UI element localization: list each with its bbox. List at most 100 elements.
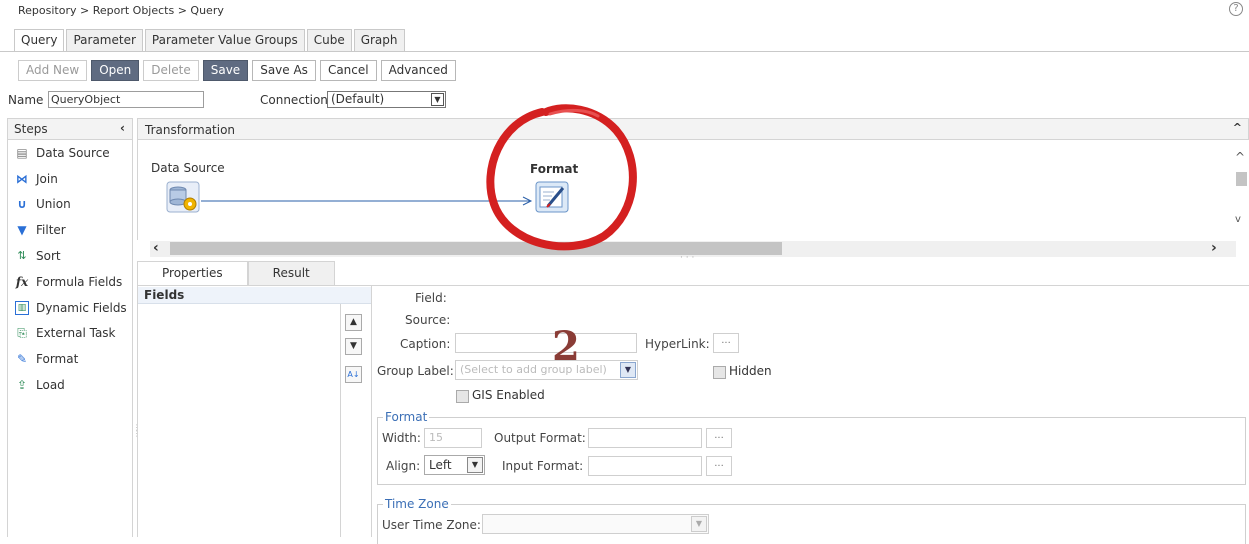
help-icon[interactable]: ? bbox=[1229, 2, 1243, 16]
align-value: Left bbox=[429, 458, 452, 472]
step-label: Join bbox=[36, 171, 58, 186]
step-external-task[interactable]: ⎘ External Task bbox=[8, 321, 132, 347]
collapse-icon[interactable]: ‹ bbox=[120, 121, 125, 135]
chevron-up-icon[interactable]: ^ bbox=[1233, 121, 1242, 134]
database-icon: ▤ bbox=[16, 145, 28, 160]
save-as-button[interactable]: Save As bbox=[252, 60, 316, 81]
step-label: Formula Fields bbox=[36, 274, 123, 289]
caption-input[interactable] bbox=[455, 333, 637, 353]
sort-az-icon[interactable]: A↓ bbox=[345, 366, 362, 383]
save-button[interactable]: Save bbox=[202, 60, 249, 81]
step-label: Union bbox=[36, 197, 71, 212]
format-legend: Format bbox=[383, 410, 430, 424]
group-label-placeholder: (Select to add group label) bbox=[460, 363, 607, 376]
gis-enabled-checkbox[interactable] bbox=[456, 390, 469, 403]
resize-grip[interactable]: · · · bbox=[680, 253, 694, 263]
node-data-source-label: Data Source bbox=[151, 161, 225, 175]
toolbar: Add New Open Delete Save Save As Cancel … bbox=[18, 60, 460, 81]
group-label-select[interactable]: (Select to add group label) ▼ bbox=[455, 360, 638, 380]
chevron-down-icon: ▼ bbox=[431, 93, 444, 106]
output-format-label: Output Format: bbox=[494, 431, 586, 445]
tab-divider bbox=[0, 51, 1249, 52]
tab-cube[interactable]: Cube bbox=[306, 29, 352, 51]
data-source-node-icon[interactable] bbox=[165, 180, 201, 214]
step-dynamic-fields[interactable]: ▥ Dynamic Fields bbox=[8, 295, 132, 321]
step-join[interactable]: ⋈ Join bbox=[8, 166, 132, 192]
step-label: Sort bbox=[36, 249, 61, 264]
chevron-down-icon: ▼ bbox=[691, 516, 707, 532]
canvas-vertical-scrollbar[interactable]: ^ v bbox=[1234, 140, 1249, 240]
connection-select[interactable]: (Default) ▼ bbox=[327, 91, 446, 108]
input-format-browse-button[interactable]: ... bbox=[706, 456, 732, 476]
step-formula-fields[interactable]: fx Formula Fields bbox=[8, 269, 132, 295]
tab-properties[interactable]: Properties bbox=[137, 261, 248, 286]
step-format[interactable]: ✎ Format bbox=[8, 346, 132, 372]
input-format-input[interactable] bbox=[588, 456, 702, 476]
move-down-icon[interactable]: ▼ bbox=[345, 338, 362, 355]
tab-query[interactable]: Query bbox=[14, 29, 65, 52]
chevron-down-icon: ▼ bbox=[620, 362, 636, 378]
step-label: Load bbox=[36, 378, 65, 393]
scroll-down-icon[interactable]: v bbox=[1235, 214, 1241, 225]
load-icon: ⇪ bbox=[16, 378, 28, 393]
top-tabs: Query Parameter Parameter Value Groups C… bbox=[14, 29, 407, 52]
step-label: Dynamic Fields bbox=[36, 300, 127, 315]
step-label: Data Source bbox=[36, 145, 110, 160]
advanced-button[interactable]: Advanced bbox=[380, 60, 456, 81]
annotation-circle bbox=[486, 104, 637, 251]
move-up-icon[interactable]: ▲ bbox=[345, 314, 362, 331]
time-zone-legend: Time Zone bbox=[383, 497, 451, 511]
output-format-browse-button[interactable]: ... bbox=[706, 428, 732, 448]
name-input[interactable]: QueryObject bbox=[48, 91, 204, 108]
scroll-left-icon[interactable]: ‹ bbox=[153, 240, 159, 256]
user-time-zone-label: User Time Zone: bbox=[382, 518, 481, 532]
hidden-label: Hidden bbox=[729, 364, 772, 378]
width-label: Width: bbox=[382, 431, 421, 445]
hyperlink-browse-button[interactable]: ... bbox=[713, 333, 739, 353]
user-time-zone-select[interactable]: ▼ bbox=[482, 514, 709, 534]
output-format-input[interactable] bbox=[588, 428, 702, 448]
step-label: External Task bbox=[36, 326, 116, 341]
align-select[interactable]: Left ▼ bbox=[424, 455, 485, 475]
tab-parameter[interactable]: Parameter bbox=[66, 29, 143, 51]
cancel-button[interactable]: Cancel bbox=[319, 60, 377, 81]
steps-title: Steps bbox=[14, 122, 48, 136]
vscroll-thumb[interactable] bbox=[1236, 172, 1247, 186]
add-new-button[interactable]: Add New bbox=[18, 60, 88, 81]
steps-panel: Steps ‹ ▤ Data Source ⋈ Join ∪ Union ▼ F… bbox=[7, 118, 133, 537]
steps-header: Steps ‹ bbox=[8, 119, 132, 140]
filter-icon: ▼ bbox=[17, 223, 27, 238]
scroll-right-icon[interactable]: › bbox=[1211, 240, 1217, 256]
connection-label: Connection bbox=[260, 93, 328, 107]
join-icon: ⋈ bbox=[16, 171, 28, 186]
tab-graph[interactable]: Graph bbox=[353, 29, 405, 51]
fields-header: Fields bbox=[138, 287, 371, 304]
step-filter[interactable]: ▼ Filter bbox=[8, 217, 132, 243]
tab-parameter-value-groups[interactable]: Parameter Value Groups bbox=[144, 29, 305, 51]
delete-button[interactable]: Delete bbox=[143, 60, 199, 81]
step-label: Format bbox=[36, 352, 79, 367]
width-value: 15 bbox=[429, 431, 443, 444]
format-fieldset bbox=[377, 417, 1246, 485]
step-sort[interactable]: ⇅ Sort bbox=[8, 243, 132, 269]
annotation-number: 2 bbox=[552, 323, 580, 370]
align-label: Align: bbox=[386, 459, 421, 473]
gis-enabled-label: GIS Enabled bbox=[472, 388, 545, 402]
hidden-checkbox[interactable] bbox=[713, 366, 726, 379]
step-union[interactable]: ∪ Union bbox=[8, 192, 132, 218]
width-input[interactable]: 15 bbox=[424, 428, 482, 448]
dynamic-fields-icon: ▥ bbox=[15, 300, 29, 315]
step-load[interactable]: ⇪ Load bbox=[8, 372, 132, 398]
fields-list[interactable] bbox=[138, 304, 341, 537]
open-button[interactable]: Open bbox=[91, 60, 140, 81]
source-label: Source: bbox=[405, 313, 451, 327]
step-data-source[interactable]: ▤ Data Source bbox=[8, 140, 132, 166]
step-label: Filter bbox=[36, 223, 66, 238]
sort-icon: ⇅ bbox=[17, 249, 27, 263]
connection-value: (Default) bbox=[331, 92, 385, 106]
union-icon: ∪ bbox=[17, 197, 27, 212]
scroll-up-icon[interactable]: ^ bbox=[1235, 150, 1245, 164]
tab-result[interactable]: Result bbox=[247, 261, 335, 286]
caption-label: Caption: bbox=[400, 337, 451, 351]
hyperlink-label: HyperLink: bbox=[645, 337, 710, 351]
